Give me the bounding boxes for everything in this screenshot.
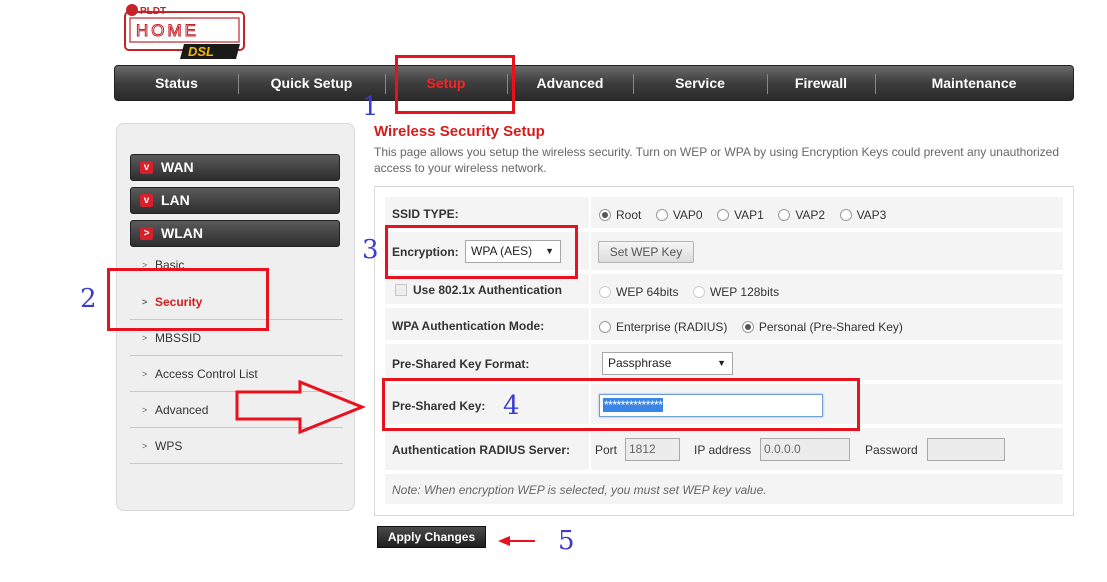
radius-password-input[interactable] xyxy=(927,438,1005,461)
chevron-down-icon: v xyxy=(140,194,153,207)
sidebar-group-wan[interactable]: v WAN xyxy=(130,154,340,181)
wep-128-radio[interactable]: WEP 128bits xyxy=(692,285,779,299)
nav-status[interactable]: Status xyxy=(115,66,238,100)
sidebar-item-wps[interactable]: > WPS xyxy=(130,428,343,464)
chevron-down-icon: v xyxy=(140,161,153,174)
psk-format-label: Pre-Shared Key Format: xyxy=(392,357,530,371)
radius-ip-label: IP address xyxy=(694,443,752,457)
ssid-type-options: Root VAP0 VAP1 VAP2 VAP3 xyxy=(599,206,896,224)
wep-note: Note: When encryption WEP is selected, y… xyxy=(392,483,767,497)
note-row: Note: When encryption WEP is selected, y… xyxy=(385,474,1063,506)
enterprise-radio[interactable]: Enterprise (RADIUS) xyxy=(599,320,727,334)
wep-bits-options: WEP 64bits WEP 128bits xyxy=(599,283,789,301)
sidebar-group-lan[interactable]: v LAN xyxy=(130,187,340,214)
annotation-number-4: 4 xyxy=(503,391,520,421)
set-wep-key-button[interactable]: Set WEP Key xyxy=(598,241,694,263)
annotation-number-3: 3 xyxy=(362,235,379,265)
ssid-vap2-radio[interactable]: VAP2 xyxy=(778,208,825,222)
annotation-box-psk xyxy=(382,378,860,431)
ssid-root-radio[interactable]: Root xyxy=(599,208,641,222)
page-description: This page allows you setup the wireless … xyxy=(374,145,1060,175)
psk-format-row: Pre-Shared Key Format: Passphrase ▼ xyxy=(385,344,1063,382)
annotation-number-2: 2 xyxy=(80,284,97,314)
sidebar-item-access-control-list[interactable]: > Access Control List xyxy=(130,356,343,392)
personal-radio[interactable]: Personal (Pre-Shared Key) xyxy=(741,320,903,334)
pldt-home-dsl-logo: PLDT HOME DSL xyxy=(122,2,248,60)
psk-format-select[interactable]: Passphrase ▼ xyxy=(602,352,733,375)
wpa-mode-label: WPA Authentication Mode: xyxy=(392,319,545,333)
nav-firewall[interactable]: Firewall xyxy=(767,66,875,100)
chevron-right-icon: > xyxy=(142,441,148,451)
annotation-number-5: 5 xyxy=(558,526,575,556)
svg-text:PLDT: PLDT xyxy=(140,6,166,17)
annotation-number-1: 1 xyxy=(362,92,379,122)
sidebar-group-wlan[interactable]: > WLAN xyxy=(130,220,340,247)
dot1x-checkbox[interactable]: Use 802.1x Authentication xyxy=(395,283,562,297)
svg-text:HOME: HOME xyxy=(136,21,199,40)
sidebar-group-label: LAN xyxy=(161,192,190,208)
radius-port-input[interactable]: 1812 xyxy=(625,438,680,461)
annotation-box-security xyxy=(107,268,269,331)
radius-password-label: Password xyxy=(865,443,918,457)
chevron-right-icon: > xyxy=(142,369,148,379)
radius-ip-input[interactable]: 0.0.0.0 xyxy=(760,438,850,461)
nav-advanced[interactable]: Advanced xyxy=(507,66,633,100)
ssid-vap1-radio[interactable]: VAP1 xyxy=(717,208,764,222)
page-title: Wireless Security Setup xyxy=(374,123,545,140)
small-left-arrow-icon xyxy=(498,536,535,546)
ssid-vap0-radio[interactable]: VAP0 xyxy=(655,208,703,222)
chevron-right-icon: > xyxy=(140,227,153,240)
apply-changes-button[interactable]: Apply Changes xyxy=(377,526,486,548)
svg-text:DSL: DSL xyxy=(188,44,214,59)
wpa-mode-row: WPA Authentication Mode: Enterprise (RAD… xyxy=(385,308,1063,342)
wpa-mode-options: Enterprise (RADIUS) Personal (Pre-Shared… xyxy=(599,318,913,336)
radius-row: Authentication RADIUS Server: Port 1812 … xyxy=(385,428,1063,472)
wep-64-radio[interactable]: WEP 64bits xyxy=(599,285,678,299)
ssid-type-label: SSID TYPE: xyxy=(392,207,459,221)
annotation-box-setup xyxy=(395,55,515,114)
annotation-box-encryption xyxy=(385,225,578,279)
ssid-vap3-radio[interactable]: VAP3 xyxy=(839,208,886,222)
sidebar-group-label: WAN xyxy=(161,159,194,175)
chevron-right-icon: > xyxy=(142,405,148,415)
nav-service[interactable]: Service xyxy=(633,66,767,100)
nav-maintenance[interactable]: Maintenance xyxy=(875,66,1073,100)
dropdown-caret-icon: ▼ xyxy=(717,358,726,368)
sidebar-group-label: WLAN xyxy=(161,225,203,241)
sidebar-item-advanced[interactable]: > Advanced xyxy=(130,392,343,428)
radius-label: Authentication RADIUS Server: xyxy=(392,443,571,457)
radius-port-label: Port xyxy=(595,443,618,457)
main-nav: Status Quick Setup Setup Advanced Servic… xyxy=(114,65,1074,101)
